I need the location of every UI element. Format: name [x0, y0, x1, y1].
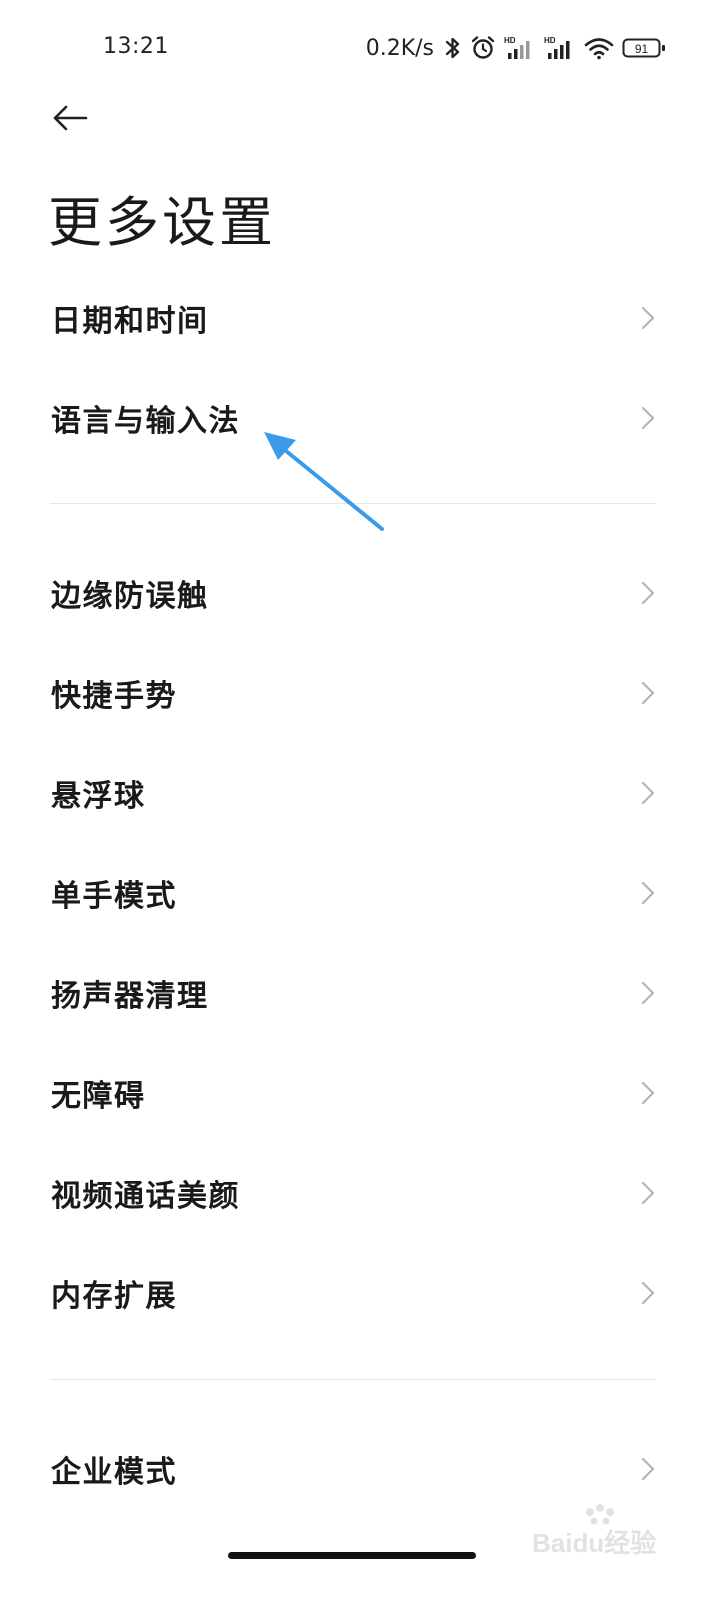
chevron-right-icon [640, 1180, 656, 1206]
arrow-left-icon [53, 105, 88, 131]
settings-item-label: 企业模式 [51, 1455, 177, 1490]
chevron-right-icon [640, 780, 656, 806]
signal-sim2-icon: HD [544, 35, 576, 61]
settings-item-label: 扬声器清理 [51, 979, 209, 1014]
sim2-badge: HD [544, 36, 556, 45]
settings-item-label: 语言与输入法 [51, 404, 240, 439]
chevron-right-icon [640, 305, 656, 331]
status-icons: 0.2K/s HD HD 91 [366, 30, 666, 66]
back-button[interactable] [44, 94, 96, 142]
settings-item-label: 无障碍 [51, 1079, 146, 1114]
status-bar: 13:21 0.2K/s HD HD 91 [0, 0, 720, 96]
battery-icon: 91 [622, 35, 666, 61]
settings-item-memory-extension[interactable]: 内存扩展 [0, 1243, 720, 1343]
settings-item-label: 内存扩展 [51, 1279, 177, 1314]
wifi-icon [584, 35, 614, 61]
settings-item-label: 单手模式 [51, 879, 177, 914]
settings-item-label: 快捷手势 [51, 679, 177, 714]
status-time: 13:21 [103, 34, 169, 59]
settings-item-edge-protection[interactable]: 边缘防误触 [0, 543, 720, 643]
chevron-right-icon [640, 580, 656, 606]
settings-item-label: 视频通话美颜 [51, 1179, 240, 1214]
network-speed: 0.2K/s [365, 35, 434, 61]
bluetooth-icon [444, 35, 462, 61]
chevron-right-icon [640, 1280, 656, 1306]
settings-item-label: 边缘防误触 [51, 579, 209, 614]
settings-item-label: 日期和时间 [51, 304, 209, 339]
chevron-right-icon [640, 1080, 656, 1106]
watermark-text: Baidu经验 [532, 1528, 656, 1558]
home-indicator[interactable] [228, 1552, 476, 1559]
chevron-right-icon [640, 405, 656, 431]
settings-item-label: 悬浮球 [51, 779, 146, 814]
alarm-icon [470, 35, 496, 61]
sim1-badge: HD [504, 36, 516, 45]
chevron-right-icon [640, 980, 656, 1006]
settings-item-one-handed-mode[interactable]: 单手模式 [0, 843, 720, 943]
battery-level: 91 [635, 42, 649, 56]
signal-sim1-icon: HD [504, 35, 536, 61]
section-divider [50, 1379, 656, 1380]
chevron-right-icon [640, 1456, 656, 1482]
settings-item-floating-ball[interactable]: 悬浮球 [0, 743, 720, 843]
chevron-right-icon [640, 680, 656, 706]
page-title: 更多设置 [48, 191, 276, 254]
settings-item-gesture-shortcuts[interactable]: 快捷手势 [0, 643, 720, 743]
annotation-arrow-icon [264, 432, 384, 531]
chevron-right-icon [640, 880, 656, 906]
settings-item-accessibility[interactable]: 无障碍 [0, 1043, 720, 1143]
settings-item-speaker-cleaning[interactable]: 扬声器清理 [0, 943, 720, 1043]
settings-item-video-call-beauty[interactable]: 视频通话美颜 [0, 1143, 720, 1243]
settings-item-date-time[interactable]: 日期和时间 [0, 268, 720, 368]
baidu-watermark: Baidu经验 [532, 1504, 656, 1558]
